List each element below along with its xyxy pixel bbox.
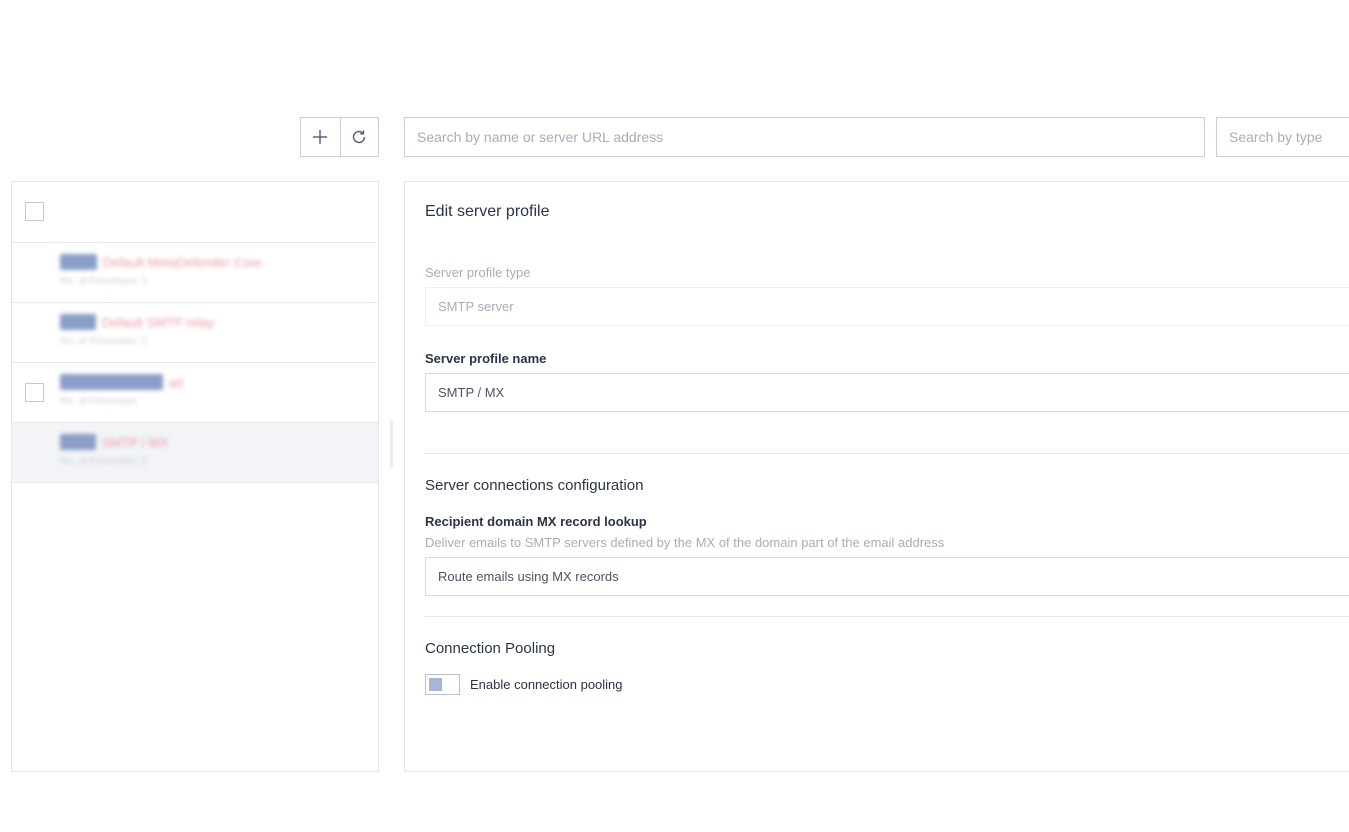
item-checkbox[interactable] [25,383,44,402]
item-subtitle: No. of Processes: 0 [60,456,148,467]
mx-lookup-select[interactable]: Route emails using MX records [425,557,1349,596]
add-profile-button[interactable] [301,118,340,156]
refresh-icon [353,130,366,144]
form-title: Edit server profile [425,203,550,220]
profile-name-input[interactable]: SMTP / MX [425,373,1349,412]
divider [425,453,1349,454]
item-type-tag: CORE [60,254,97,270]
toggle-knob [429,678,442,691]
list-item[interactable]: SMTP Default SMTP relay No. of Processes… [12,303,378,363]
mx-lookup-help: Deliver emails to SMTP servers defined b… [425,535,945,550]
item-subtitle: No. of Processes: 1 [60,336,148,347]
item-name: Default SMTP relay [101,314,215,330]
select-all-checkbox[interactable] [25,202,44,221]
mx-lookup-value: Route emails using MX records [438,569,619,584]
refresh-button[interactable] [339,118,379,156]
item-name: ad [168,374,184,390]
profile-type-value: SMTP server [438,299,514,314]
item-subtitle: No. of Processes: 1 [60,276,148,287]
list-scroll-handle[interactable] [390,420,393,468]
profile-type-label: Server profile type [425,265,531,280]
connection-pooling-toggle[interactable] [425,674,460,695]
pooling-section-title: Connection Pooling [425,640,556,657]
list-header [12,182,378,243]
item-subtitle: No. of Processes [60,396,137,407]
connections-section-title: Server connections configuration [425,477,644,494]
plus-icon [313,130,328,144]
item-name: Default MetaDefender Core [102,254,262,270]
item-type-tag: SMTP [60,434,96,450]
list-actions [300,117,379,157]
mx-lookup-label: Recipient domain MX record lookup [425,514,647,529]
item-name: SMTP / MX [101,434,168,450]
edit-profile-panel: Edit server profile Server profile type … [404,181,1349,772]
search-input[interactable] [404,117,1205,157]
list-item[interactable]: CORE Default MetaDefender Core No. of Pr… [12,243,378,303]
connection-pooling-label: Enable connection pooling [470,677,623,692]
profile-name-value: SMTP / MX [438,385,505,400]
type-search-input[interactable] [1216,117,1349,157]
item-type-tag: SMTP [60,314,96,330]
profile-type-field: SMTP server [425,287,1349,326]
list-item[interactable]: SMTP CONNECTOR ad No. of Processes [12,363,378,423]
list-item-selected[interactable]: SMTP SMTP / MX No. of Processes: 0 [12,423,378,483]
server-profile-list: CORE Default MetaDefender Core No. of Pr… [11,181,379,772]
divider [425,616,1349,617]
item-type-tag: SMTP CONNECTOR [60,374,163,390]
profile-name-label: Server profile name [425,351,547,366]
